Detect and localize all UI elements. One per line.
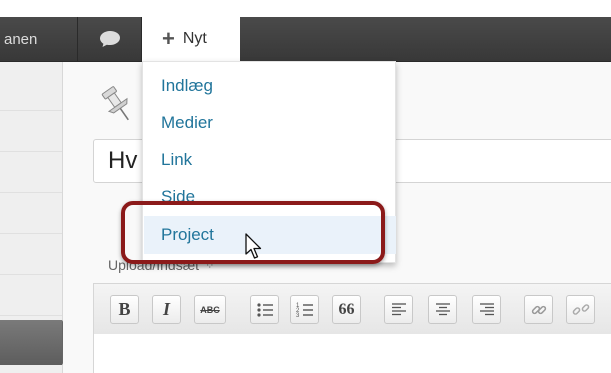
align-right-icon	[479, 302, 494, 315]
strikethrough-label: ABC	[200, 304, 220, 315]
dropdown-item-link[interactable]: Link	[161, 150, 192, 170]
align-center-icon	[435, 302, 450, 315]
sidebar-item-active[interactable]	[0, 320, 62, 365]
numbered-list-icon: 1 2 3	[296, 303, 313, 319]
screenshot: anen + Nyt ct Hv U	[0, 0, 611, 373]
pushpin-icon	[101, 86, 129, 121]
dropdown-item-indlaeg[interactable]: Indlæg	[161, 76, 213, 96]
new-content-button[interactable]: + Nyt	[142, 17, 240, 61]
italic-button[interactable]: I	[152, 295, 181, 324]
align-left-icon	[391, 302, 406, 315]
sidebar-divider	[0, 315, 62, 316]
align-left-button[interactable]	[384, 295, 413, 324]
align-center-button[interactable]	[428, 295, 457, 324]
new-content-label: Nyt	[182, 30, 207, 47]
sidebar-divider	[0, 233, 62, 234]
plus-icon: +	[162, 26, 175, 51]
speech-bubble-icon	[100, 31, 120, 47]
blockquote-button[interactable]: 66	[332, 295, 361, 324]
link-icon	[531, 305, 546, 314]
sidebar-divider	[0, 110, 62, 111]
strikethrough-button[interactable]: ABC	[194, 295, 226, 324]
editor-content-area[interactable]	[93, 334, 611, 373]
admin-bar: anen + Nyt	[0, 17, 611, 62]
bold-label: B	[118, 299, 131, 319]
bold-button[interactable]: B	[110, 295, 139, 324]
sidebar-divider	[0, 192, 62, 193]
sidebar-divider	[0, 274, 62, 275]
unlink-icon	[572, 303, 589, 315]
blockquote-icon: 66	[338, 300, 355, 318]
dropdown-item-medier[interactable]: Medier	[161, 113, 213, 133]
top-margin	[0, 0, 611, 17]
svg-text:3: 3	[296, 313, 300, 319]
post-title-value: Hv	[108, 147, 138, 174]
insert-link-button[interactable]	[524, 295, 553, 324]
site-name-link[interactable]: anen	[0, 17, 78, 61]
bullet-list-icon	[256, 302, 273, 317]
comments-button[interactable]	[79, 17, 142, 61]
sidebar-divider	[0, 151, 62, 152]
mouse-cursor-icon	[245, 233, 262, 259]
numbered-list-button[interactable]: 1 2 3	[290, 295, 319, 324]
unlink-button[interactable]	[566, 295, 595, 324]
bullet-list-button[interactable]	[250, 295, 279, 324]
italic-label: I	[162, 299, 170, 319]
site-name-label: anen	[4, 30, 38, 48]
align-right-button[interactable]	[472, 295, 501, 324]
